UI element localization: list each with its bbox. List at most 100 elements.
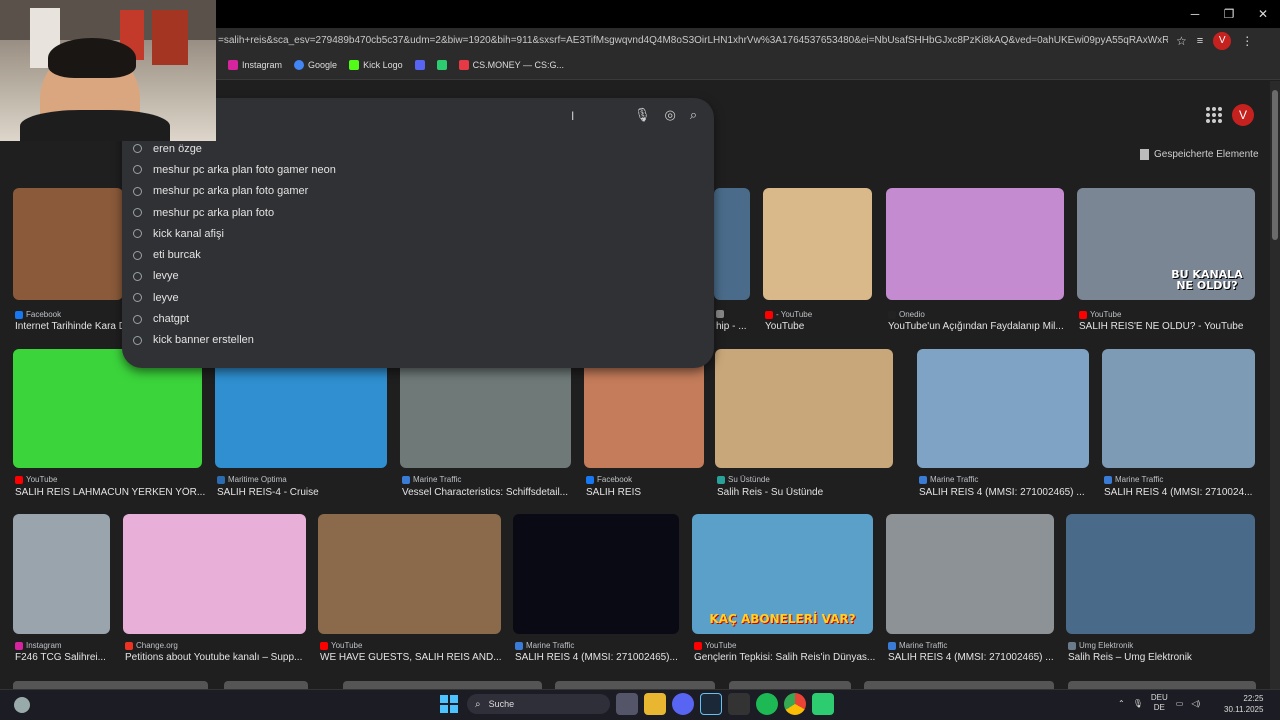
taskbar-clock[interactable]: 22:25 30.11.2025 (1224, 693, 1263, 715)
suggestion-item[interactable]: levye (133, 266, 336, 287)
weather-widget-icon[interactable] (14, 697, 30, 713)
result-thumbnail[interactable] (886, 514, 1054, 634)
result-source[interactable]: YouTube (694, 641, 736, 650)
account-avatar[interactable]: V (1232, 104, 1254, 126)
result-title[interactable]: SALIH REIS 4 (MMSI: 2710024... (1104, 487, 1265, 498)
bookmark-kick-logo[interactable]: Kick Logo (349, 60, 403, 70)
result-thumbnail[interactable] (729, 681, 851, 689)
result-source[interactable]: Facebook (586, 475, 632, 484)
result-title[interactable]: Petitions about Youtube kanalı – Supp... (125, 652, 316, 663)
suggestion-item[interactable]: meshur pc arka plan foto (133, 202, 336, 223)
suggestion-item[interactable]: eti burcak (133, 244, 336, 265)
voice-search-icon[interactable]: 🎙 (634, 107, 651, 123)
result-title[interactable]: Gençlerin Tepkisi: Salih Reis'in Dünyas.… (694, 652, 883, 663)
google-apps-icon[interactable] (1206, 107, 1222, 123)
result-title[interactable]: İnternet Tarihinde Kara D... (15, 321, 133, 332)
menu-kebab-icon[interactable]: ⋮ (1241, 34, 1253, 48)
result-source[interactable]: Marine Traffic (1104, 475, 1163, 484)
result-thumbnail[interactable] (343, 681, 425, 689)
saved-items-link[interactable]: Gespeicherte Elemente (1140, 149, 1259, 160)
result-thumbnail[interactable] (714, 188, 750, 300)
result-title[interactable]: hip - ... (716, 321, 760, 332)
task-view-icon[interactable] (616, 693, 638, 715)
network-icon[interactable]: ▭ (1176, 699, 1184, 708)
result-thumbnail[interactable] (1102, 349, 1255, 468)
suggestion-item[interactable]: kick kanal afişi (133, 223, 336, 244)
start-button-icon[interactable] (440, 695, 458, 713)
result-source[interactable]: Su Üstünde (717, 475, 770, 484)
result-thumbnail[interactable] (13, 514, 110, 634)
spotify-icon[interactable] (756, 693, 778, 715)
result-thumbnail[interactable] (1068, 681, 1256, 689)
result-title[interactable]: YouTube (765, 321, 882, 332)
volume-icon[interactable]: ◁) (1191, 699, 1200, 708)
result-source[interactable]: Onedio (888, 310, 925, 319)
result-thumbnail[interactable] (13, 188, 123, 300)
scrollbar-thumb[interactable] (1272, 90, 1278, 240)
result-source[interactable]: Instagram (15, 641, 62, 650)
minimize-button[interactable]: ─ (1178, 0, 1212, 28)
result-title[interactable]: SALIH REIS 4 (MMSI: 271002465) ... (919, 487, 1099, 498)
reading-list-icon[interactable]: ≡ (1197, 35, 1203, 47)
image-search-icon[interactable]: ◎ (665, 107, 676, 123)
result-thumbnail[interactable] (555, 681, 715, 689)
result-thumbnail[interactable] (715, 349, 893, 468)
result-title[interactable]: SALİH REİS LAHMACUN YERKEN YÖR... (15, 487, 212, 498)
result-thumbnail[interactable] (864, 681, 1054, 689)
bookmark-csmoney[interactable]: CS.MONEY — CS:G... (458, 60, 564, 70)
result-title[interactable]: SALİH REİS'E NE OLDU? - YouTube (1079, 321, 1265, 332)
result-title[interactable]: WE HAVE GUESTS, SALİH REİS AND... (320, 652, 511, 663)
result-thumbnail[interactable] (917, 349, 1089, 468)
file-explorer-icon[interactable] (644, 693, 666, 715)
result-thumbnail[interactable] (513, 514, 679, 634)
maximize-button[interactable]: ❐ (1212, 0, 1246, 28)
result-title[interactable]: Vessel Characteristics: Schiffsdetail... (402, 487, 581, 498)
result-title[interactable]: F246 TCG Salihrei... (15, 652, 120, 663)
search-icon[interactable]: ⌕ (690, 107, 697, 123)
chrome-icon[interactable] (784, 693, 806, 715)
result-source[interactable]: YouTube (1079, 310, 1121, 319)
result-title[interactable]: SALIH REIS 4 (MMSI: 271002465)... (515, 652, 689, 663)
bookmark-instagram[interactable]: Instagram (228, 60, 282, 70)
result-thumbnail[interactable]: KAÇ ABONELERİ VAR? (692, 514, 873, 634)
result-source[interactable]: Umg Elektronik (1068, 641, 1133, 650)
profile-avatar[interactable]: V (1213, 32, 1232, 50)
result-title[interactable]: SALIH REIS 4 (MMSI: 271002465) ... (888, 652, 1064, 663)
microphone-icon[interactable]: 🎙 (1133, 699, 1143, 708)
taskbar-search[interactable]: ⌕ Suche (467, 694, 610, 714)
app-icon[interactable] (812, 693, 834, 715)
result-source[interactable]: Facebook (15, 310, 61, 319)
close-button[interactable]: ✕ (1246, 0, 1280, 28)
suggestion-item[interactable]: meshur pc arka plan foto gamer (133, 181, 336, 202)
result-source[interactable]: Marine Traffic (515, 641, 574, 650)
result-source[interactable]: YouTube (320, 641, 362, 650)
chevron-up-icon[interactable]: ⌃ (1118, 699, 1125, 708)
discord-icon[interactable] (672, 693, 694, 715)
result-title[interactable]: YouTube'un Açığından Faydalanıp Mil... (888, 321, 1074, 332)
result-source[interactable]: Marine Traffic (402, 475, 461, 484)
result-title[interactable]: SALIH REIS-4 - Cruise (217, 487, 397, 498)
result-source[interactable]: YouTube (15, 475, 57, 484)
suggestion-item[interactable]: leyve (133, 287, 336, 308)
result-thumbnail[interactable] (763, 188, 872, 300)
result-title[interactable]: SALİH REİS (586, 487, 714, 498)
result-thumbnail[interactable] (13, 681, 208, 689)
result-thumbnail[interactable] (1066, 514, 1255, 634)
result-source[interactable]: Marine Traffic (888, 641, 947, 650)
bookmark-discord[interactable] (414, 60, 425, 70)
suggestion-item[interactable]: chatgpt (133, 308, 336, 329)
suggestion-item[interactable]: eren özge (133, 138, 336, 159)
language-indicator[interactable]: DEU DE (1151, 693, 1168, 713)
url-text[interactable]: =salih+reis&sca_esv=279489b470cb5c37&udm… (218, 35, 1168, 46)
result-thumbnail[interactable] (123, 514, 306, 634)
result-source[interactable]: Maritime Optima (217, 475, 287, 484)
suggestion-item[interactable]: kick banner erstellen (133, 330, 336, 351)
steam-icon[interactable] (700, 693, 722, 715)
result-source[interactable]: Marine Traffic (919, 475, 978, 484)
result-source[interactable]: - YouTube (765, 310, 812, 319)
suggestion-item[interactable]: meshur pc arka plan foto gamer neon (133, 159, 336, 180)
result-title[interactable]: Salih Reis - Su Üstünde (717, 487, 903, 498)
result-source[interactable]: Change.org (125, 641, 178, 650)
epic-games-icon[interactable] (728, 693, 750, 715)
result-thumbnail[interactable] (224, 681, 308, 689)
